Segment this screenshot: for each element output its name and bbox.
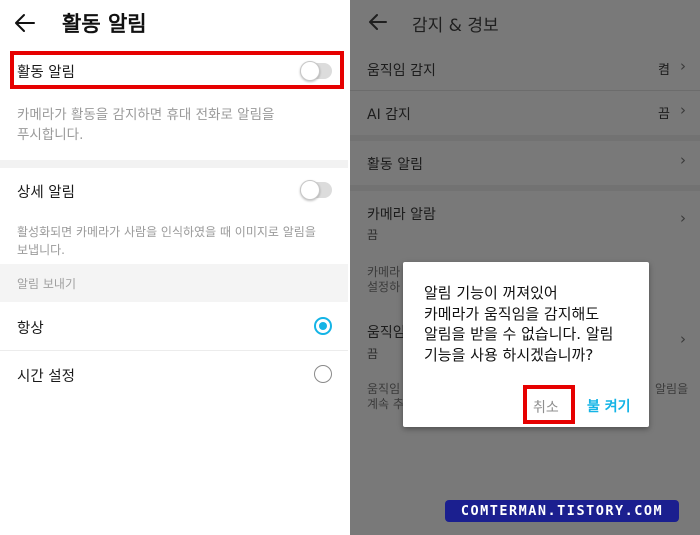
camera-alarm-label: 카메라 알람 [367,207,436,223]
motion-row-status: 끔 [367,347,379,361]
motion-row-description: 알림을 [655,382,689,396]
highlight-box [10,51,344,89]
turn-on-button[interactable]: 불 켜기 [587,396,631,416]
option-always[interactable]: 항상 [0,302,348,350]
activity-alert-row[interactable]: 활동 알림 › [350,141,700,185]
section-header: 알림 보내기 [0,264,348,302]
chevron-right-icon: › [680,151,686,169]
back-arrow-icon[interactable] [11,9,39,37]
header: 활동 알림 [0,0,348,46]
confirm-dialog: 알림 기능이 꺼져있어 카메라가 움직임을 감지해도 알림을 받을 수 없습니다… [403,262,649,427]
chevron-right-icon: › [680,209,686,227]
motion-detection-row[interactable]: 움직임 감지 켬 › [350,46,700,90]
camera-alarm-row[interactable]: 카메라 알람 끔 › [350,191,700,251]
camera-alarm-description: 설정하 [367,280,401,294]
option-always-radio[interactable] [314,317,332,335]
option-schedule-label: 시간 설정 [17,369,75,385]
activity-alert-description: 카메라가 활동을 감지하면 휴대 전화로 알림을 푸시합니다. [17,107,275,144]
dialog-message: 알림 기능이 꺼져있어 카메라가 움직임을 감지해도 알림을 받을 수 없습니다… [424,284,614,365]
option-always-label: 항상 [17,321,44,337]
chevron-right-icon: › [680,330,686,348]
detail-alert-row[interactable]: 상세 알림 [0,170,348,210]
section-divider [0,160,348,168]
motion-detection-value: 켬 [658,63,670,78]
back-arrow-icon[interactable] [364,8,392,36]
camera-alarm-status: 끔 [367,228,379,242]
motion-row-label: 움직임 [367,325,406,341]
option-schedule[interactable]: 시간 설정 [0,351,348,399]
activity-alert-label: 활동 알림 [367,157,423,173]
watermark: COMTERMAN.TISTORY.COM [445,500,679,522]
toggle-knob [300,180,320,200]
ai-detection-label: AI 감지 [367,107,411,123]
motion-row-description: 계속 추 [367,397,404,411]
option-schedule-radio[interactable] [314,365,332,383]
detail-alert-toggle[interactable] [300,180,332,200]
detail-alert-label: 상세 알림 [17,185,75,201]
chevron-right-icon: › [680,101,686,119]
ai-detection-row[interactable]: AI 감지 끔 › [350,91,700,135]
detail-alert-description: 활성화되면 카메라가 사람을 인식하였을 때 이미지로 알림을 보냅니다. [17,225,316,257]
section-title: 알림 보내기 [17,277,77,291]
page-title: 활동 알림 [62,12,147,36]
motion-detection-label: 움직임 감지 [367,63,436,79]
page-title: 감지 & 경보 [412,16,499,36]
detection-alarm-screen: 감지 & 경보 움직임 감지 켬 › AI 감지 끔 › 활동 알림 › 카메라… [350,0,700,535]
activity-alert-screen: 활동 알림 활동 알림 카메라가 활동을 감지하면 휴대 전화로 알림을 푸시합… [0,0,348,535]
cancel-button[interactable]: 취소 [533,397,559,417]
ai-detection-value: 끔 [658,107,670,122]
chevron-right-icon: › [680,57,686,75]
